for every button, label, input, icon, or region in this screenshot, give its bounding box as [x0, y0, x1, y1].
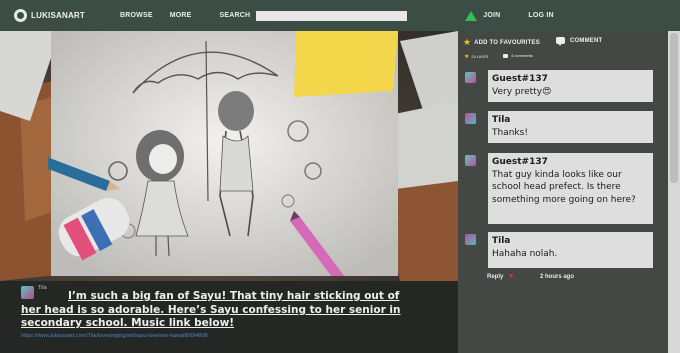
- login-link[interactable]: LOG IN: [528, 12, 553, 19]
- comment-avatar[interactable]: [465, 72, 476, 83]
- heart-icon[interactable]: ♥: [509, 273, 513, 280]
- join-link[interactable]: JOIN: [483, 12, 500, 19]
- site-logo[interactable]: LUKISANART: [14, 9, 120, 22]
- comment-item: Guest#137 That guy kinda looks like our …: [488, 153, 653, 224]
- search-input[interactable]: [256, 10, 408, 21]
- reply-button[interactable]: Reply: [487, 274, 503, 280]
- comment-avatar[interactable]: [465, 234, 476, 245]
- top-navigation-bar: LUKISANART BROWSE MORE SEARCH JOIN LOG I…: [0, 0, 680, 31]
- music-link[interactable]: https://www.lukisanart.com/Tila/lovesing…: [21, 333, 208, 339]
- likes-text: 24 LIKES: [471, 54, 489, 59]
- comment-avatar[interactable]: [465, 113, 476, 124]
- artwork-image[interactable]: [48, 31, 398, 276]
- comment-username[interactable]: Guest#137: [492, 156, 649, 169]
- comment-timestamp: 2 hours ago: [540, 274, 575, 280]
- comment-text: That guy kinda looks like our school hea…: [492, 169, 636, 205]
- comment-text: Hahaha nolah.: [492, 248, 558, 259]
- comment-item: Tila Thanks!: [488, 111, 653, 143]
- app-window: LUKISANART BROWSE MORE SEARCH JOIN LOG I…: [0, 0, 680, 353]
- scrollbar-thumb[interactable]: [670, 33, 678, 183]
- comment-item: Tila Hahaha nolah.: [488, 232, 653, 268]
- comment-item: Guest#137 Very pretty😍: [488, 70, 653, 102]
- comment-button[interactable]: COMMENT: [556, 37, 603, 46]
- comment-username[interactable]: Tila: [492, 235, 649, 248]
- post-caption: I’m such a big fan of Sayu! That tiny ha…: [21, 290, 401, 329]
- comments-count: 4 comments: [503, 53, 533, 58]
- likes-count: ★ 24 LIKES: [464, 53, 488, 60]
- comments-bubble-icon: [503, 53, 508, 58]
- add-to-favourites-button[interactable]: ★ ADD TO FAVOURITES: [463, 37, 540, 48]
- comment-username[interactable]: Guest#137: [492, 73, 649, 86]
- comment-text: Very pretty😍: [492, 86, 552, 97]
- comment-avatar[interactable]: [465, 155, 476, 166]
- browse-link[interactable]: BROWSE: [120, 12, 153, 19]
- star-icon: ★: [463, 37, 472, 47]
- comment-bubble-icon: [556, 37, 565, 46]
- join-icon[interactable]: [465, 10, 478, 21]
- logo-icon: [14, 9, 27, 22]
- likes-star-icon: ★: [464, 54, 470, 60]
- logo-text: LUKISANART: [31, 11, 85, 20]
- comments-text: 4 comments: [511, 53, 533, 58]
- comment-label: COMMENT: [570, 37, 603, 44]
- more-link[interactable]: MORE: [170, 12, 192, 19]
- search-label: SEARCH: [219, 12, 251, 19]
- comment-text: Thanks!: [492, 127, 528, 138]
- favourite-label: ADD TO FAVOURITES: [474, 39, 540, 46]
- comment-username[interactable]: Tila: [492, 114, 649, 127]
